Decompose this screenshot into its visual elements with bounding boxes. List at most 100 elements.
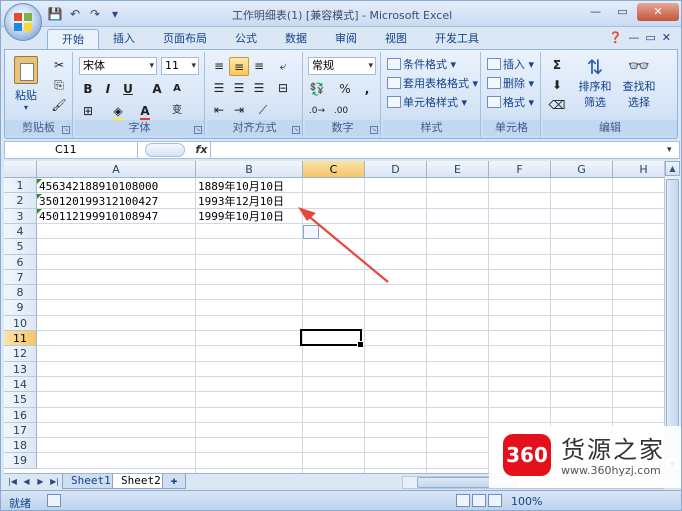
cell-a3[interactable]: 450112199910108947 [37,209,158,224]
scroll-up-icon[interactable]: ▲ [665,161,680,176]
align-top-icon[interactable]: ≡ [209,57,229,76]
increase-decimal-icon[interactable]: .0→ [307,102,327,121]
tab-view[interactable]: 视图 [371,29,421,49]
comma-style-button[interactable]: , [357,80,377,99]
formula-buttons[interactable] [145,143,185,157]
clear-icon[interactable]: ⌫ [547,96,567,115]
insert-cells-button[interactable]: 插入 ▾ [487,56,534,74]
wrap-text-icon[interactable]: ⤶ [273,57,293,76]
merge-center-icon[interactable]: ⊟ [273,79,293,98]
currency-icon[interactable]: 💱 [307,80,327,99]
row-header-15[interactable]: 15 [4,392,37,408]
alignment-launcher-icon[interactable]: ↘ [292,126,300,134]
row-header-9[interactable]: 9 [4,300,37,316]
align-right-icon[interactable]: ☰ [249,79,269,98]
row-header-13[interactable]: 13 [4,361,37,377]
align-bottom-icon[interactable]: ≡ [249,57,269,76]
next-sheet-icon[interactable]: ▶ [34,476,47,488]
cut-icon[interactable]: ✂ [49,56,69,75]
column-header-f[interactable]: F [489,161,551,178]
minimize-button[interactable]: — [583,3,608,21]
tab-page-layout[interactable]: 页面布局 [149,29,221,49]
maximize-button[interactable]: ▭ [610,3,635,21]
font-name-select[interactable]: 宋体 [79,57,157,75]
autosum-button[interactable]: Σ [547,56,567,75]
row-header-8[interactable]: 8 [4,285,37,301]
vertical-scroll-thumb[interactable] [666,179,679,454]
page-layout-view-icon[interactable] [472,494,486,507]
zoom-level[interactable]: 100% [511,495,542,508]
bold-button[interactable]: B [78,80,98,99]
font-launcher-icon[interactable]: ↘ [194,126,202,134]
row-header-14[interactable]: 14 [4,376,37,393]
fill-icon[interactable]: ⬇ [547,76,567,95]
decrease-decimal-icon[interactable]: .00 [331,102,351,121]
column-header-h[interactable]: H [613,161,664,178]
column-header-c[interactable]: C [303,161,365,178]
row-header-18[interactable]: 18 [4,438,37,454]
increase-indent-icon[interactable]: ⇥ [229,101,249,120]
number-format-select[interactable]: 常规 [308,57,376,75]
delete-cells-button[interactable]: 删除 ▾ [487,75,534,93]
row-header-11[interactable]: 11 [4,331,37,347]
format-painter-icon[interactable]: 🖌 [49,96,69,115]
number-launcher-icon[interactable]: ↘ [370,126,378,134]
underline-button[interactable]: U [118,80,138,99]
percent-button[interactable]: % [335,80,355,99]
sort-filter-button[interactable]: ⇅ 排序和 筛选 [575,56,615,110]
cell-styles-button[interactable]: 单元格样式 ▾ [387,94,467,112]
cell-a2[interactable]: 350120199312100427 [37,194,158,209]
italic-button[interactable]: I [98,80,118,99]
macro-record-icon[interactable] [47,494,61,507]
shrink-font-button[interactable]: A [167,80,187,99]
insert-sheet-icon[interactable]: ✚ [162,474,186,489]
copy-icon[interactable]: ⎘ [49,76,69,95]
row-header-5[interactable]: 5 [4,239,37,255]
borders-icon[interactable]: ⊞ [78,102,98,121]
align-left-icon[interactable]: ☰ [209,79,229,98]
tab-data[interactable]: 数据 [271,29,321,49]
row-header-17[interactable]: 17 [4,422,37,439]
first-sheet-icon[interactable]: |◀ [6,476,19,488]
conditional-format-button[interactable]: 条件格式 ▾ [387,56,456,74]
cell-a1[interactable]: 456342188910108000 [37,179,158,194]
row-header-19[interactable]: 19 [4,453,37,469]
insert-function-icon[interactable]: fx [193,142,211,158]
column-header-g[interactable]: G [551,161,613,178]
cell-b2[interactable]: 1993年12月10日 [196,194,284,209]
prev-sheet-icon[interactable]: ◀ [20,476,33,488]
ribbon-minimize-icon[interactable]: — [628,31,639,44]
column-header-d[interactable]: D [365,161,427,178]
orientation-icon[interactable]: ⟋ [253,101,273,120]
row-header-3[interactable]: 3 [4,208,37,224]
tab-developer[interactable]: 开发工具 [421,29,493,49]
active-cell-c11[interactable] [300,329,364,348]
align-middle-icon[interactable]: ≡ [229,57,249,76]
tab-review[interactable]: 审阅 [321,29,371,49]
name-box[interactable]: C11 [5,142,138,158]
row-header-16[interactable]: 16 [4,407,37,423]
row-header-4[interactable]: 4 [4,223,37,240]
select-all-corner[interactable] [4,161,37,178]
tab-insert[interactable]: 插入 [99,29,149,49]
fill-color-icon[interactable]: ◈ [108,102,128,121]
cell-b1[interactable]: 1889年10月10日 [196,179,284,194]
clipboard-launcher-icon[interactable]: ↘ [62,126,70,134]
tab-formulas[interactable]: 公式 [221,29,271,49]
row-header-10[interactable]: 10 [4,315,37,332]
phonetic-button[interactable]: 变 [167,102,187,121]
format-cells-button[interactable]: 格式 ▾ [487,94,534,112]
decrease-indent-icon[interactable]: ⇤ [209,101,229,120]
help-icon[interactable]: ❓ [609,31,623,44]
paste-options-icon[interactable] [303,225,319,239]
row-header-1[interactable]: 1 [4,178,37,194]
row-header-2[interactable]: 2 [4,193,37,209]
row-header-6[interactable]: 6 [4,254,37,270]
font-color-icon[interactable]: A [135,102,155,121]
column-header-a[interactable]: A [37,161,196,178]
format-as-table-button[interactable]: 套用表格格式 ▾ [387,75,478,93]
align-center-icon[interactable]: ☰ [229,79,249,98]
close-button[interactable]: ✕ [637,3,679,21]
font-size-select[interactable]: 11 [161,57,199,75]
row-header-7[interactable]: 7 [4,269,37,286]
